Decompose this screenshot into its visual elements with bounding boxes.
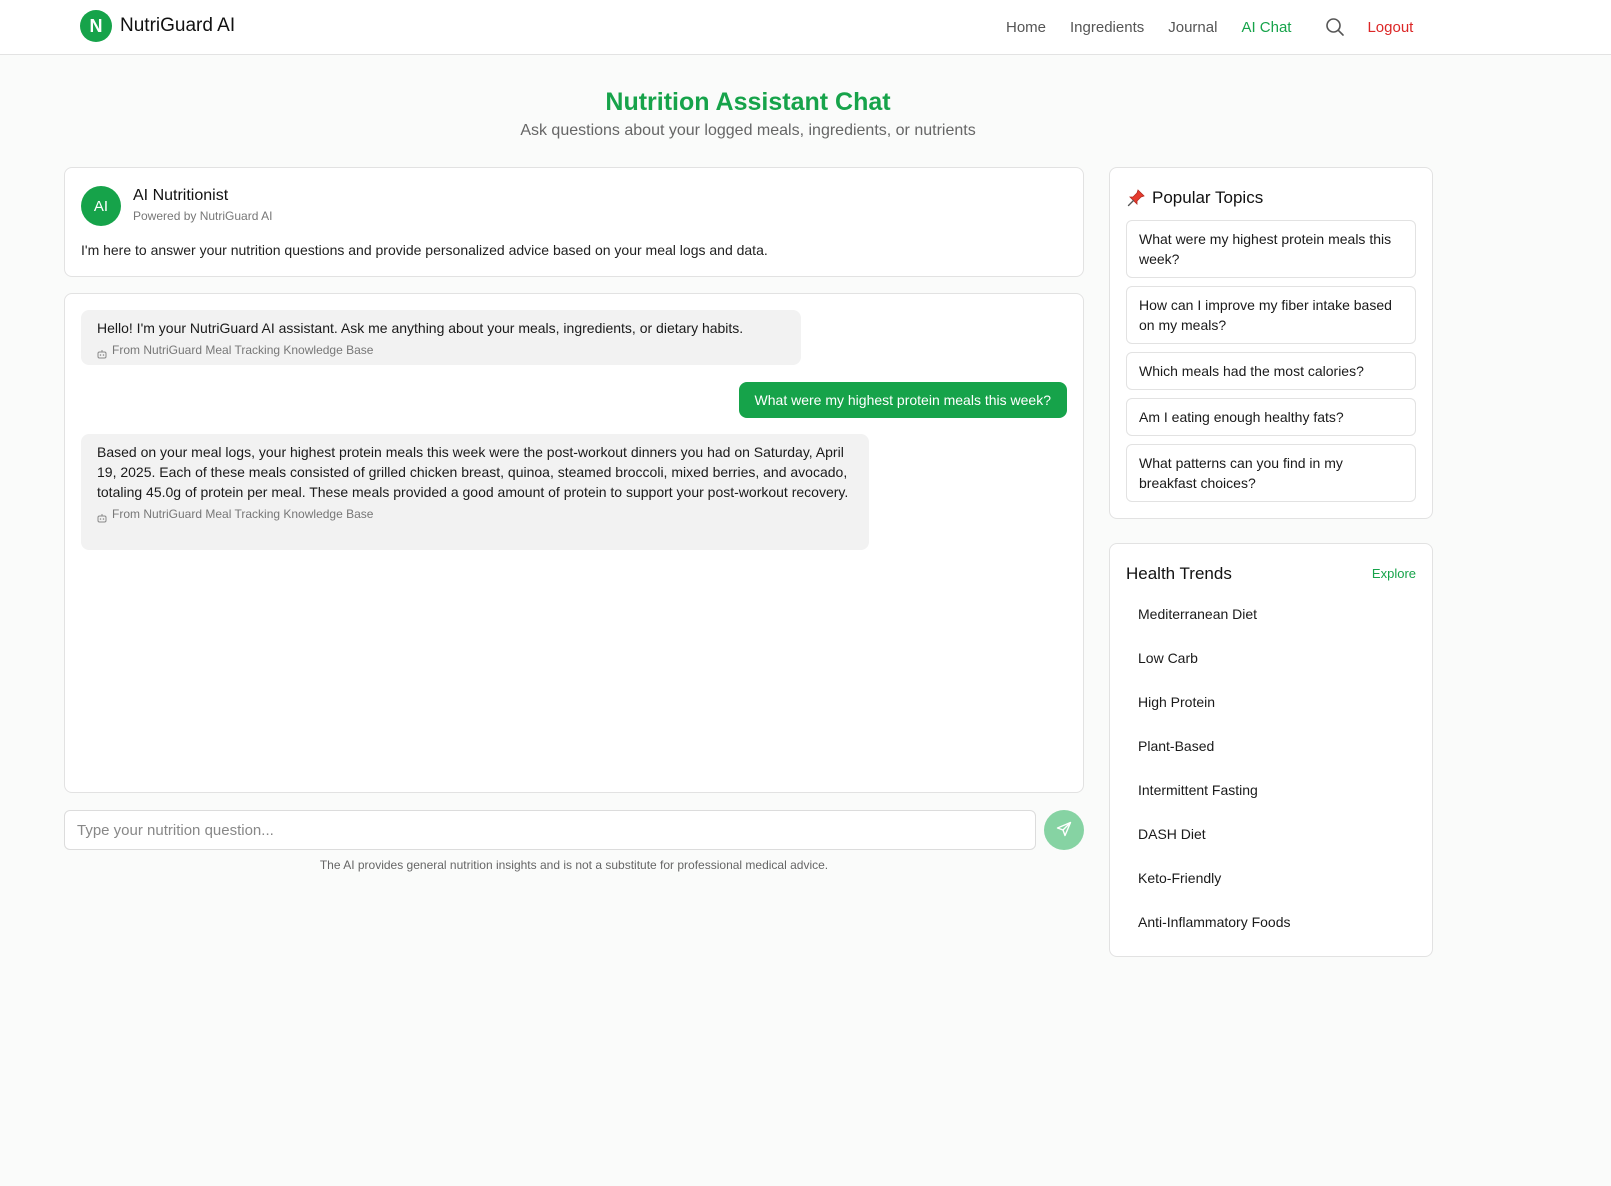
health-trends-card: Health Trends Explore Mediterranean Diet… (1109, 543, 1433, 957)
robot-icon (97, 345, 107, 359)
chat-input[interactable] (64, 810, 1036, 850)
nav-home[interactable]: Home (1006, 19, 1046, 36)
nav-journal[interactable]: Journal (1168, 19, 1217, 36)
brand[interactable]: N NutriGuard AI (80, 10, 235, 42)
robot-icon (97, 509, 107, 523)
pushpin-icon (1126, 188, 1146, 208)
trend-item[interactable]: DASH Diet (1138, 826, 1206, 842)
trend-item[interactable]: Keto-Friendly (1138, 870, 1221, 886)
trend-item[interactable]: Anti-Inflammatory Foods (1138, 914, 1291, 930)
nav-ai-chat[interactable]: AI Chat (1241, 19, 1291, 36)
trend-item[interactable]: Plant-Based (1138, 738, 1214, 754)
bot-message: Hello! I'm your NutriGuard AI assistant.… (81, 310, 801, 365)
assistant-name: AI Nutritionist (133, 187, 229, 204)
logout-link[interactable]: Logout (1367, 19, 1413, 36)
explore-link[interactable]: Explore (1372, 566, 1416, 581)
trend-item[interactable]: Intermittent Fasting (1138, 782, 1258, 798)
trend-item[interactable]: High Protein (1138, 694, 1215, 710)
search-icon[interactable] (1325, 17, 1345, 37)
top-navbar: N NutriGuard AI Home Ingredients Journal… (0, 0, 1611, 55)
topic-item[interactable]: Am I eating enough healthy fats? (1126, 398, 1416, 436)
message-source: From NutriGuard Meal Tracking Knowledge … (97, 340, 785, 360)
topic-item[interactable]: Which meals had the most calories? (1126, 352, 1416, 390)
page-subtitle: Ask questions about your logged meals, i… (520, 122, 976, 139)
send-button[interactable] (1044, 810, 1084, 850)
send-icon (1056, 821, 1072, 840)
topic-item[interactable]: What patterns can you find in my breakfa… (1126, 444, 1416, 502)
disclaimer: The AI provides general nutrition insigh… (319, 858, 829, 872)
brand-logo: N (80, 10, 112, 42)
avatar: AI (81, 186, 121, 226)
bot-message: Based on your meal logs, your highest pr… (81, 434, 869, 550)
main-nav: Home Ingredients Journal AI Chat Logout (1006, 17, 1413, 37)
popular-topics-heading: Popular Topics (1126, 188, 1263, 208)
page-title: Nutrition Assistant Chat (605, 88, 891, 116)
user-message: What were my highest protein meals this … (738, 382, 1067, 418)
message-text: Based on your meal logs, your highest pr… (97, 444, 849, 500)
message-source-label: From NutriGuard Meal Tracking Knowledge … (112, 507, 374, 521)
trend-item[interactable]: Mediterranean Diet (1138, 606, 1257, 622)
brand-name: NutriGuard AI (120, 15, 236, 36)
assistant-intro-card: AI AI Nutritionist Powered by NutriGuard… (64, 167, 1084, 277)
message-source: From NutriGuard Meal Tracking Knowledge … (97, 504, 853, 524)
topic-item[interactable]: What were my highest protein meals this … (1126, 220, 1416, 278)
chat-messages-panel[interactable]: Hello! I'm your NutriGuard AI assistant.… (64, 293, 1084, 793)
assistant-powered-by: Powered by NutriGuard AI (133, 209, 273, 223)
message-text: Hello! I'm your NutriGuard AI assistant.… (97, 320, 744, 336)
popular-topics-card: Popular Topics What were my highest prot… (1109, 167, 1433, 519)
message-text: What were my highest protein meals this … (754, 392, 1051, 408)
nav-ingredients[interactable]: Ingredients (1070, 19, 1144, 36)
topic-item[interactable]: How can I improve my fiber intake based … (1126, 286, 1416, 344)
popular-topics-title: Popular Topics (1152, 188, 1264, 207)
message-source-label: From NutriGuard Meal Tracking Knowledge … (112, 343, 374, 357)
assistant-description: I'm here to answer your nutrition questi… (81, 242, 768, 258)
trend-item[interactable]: Low Carb (1138, 650, 1198, 666)
health-trends-title: Health Trends (1126, 564, 1232, 583)
